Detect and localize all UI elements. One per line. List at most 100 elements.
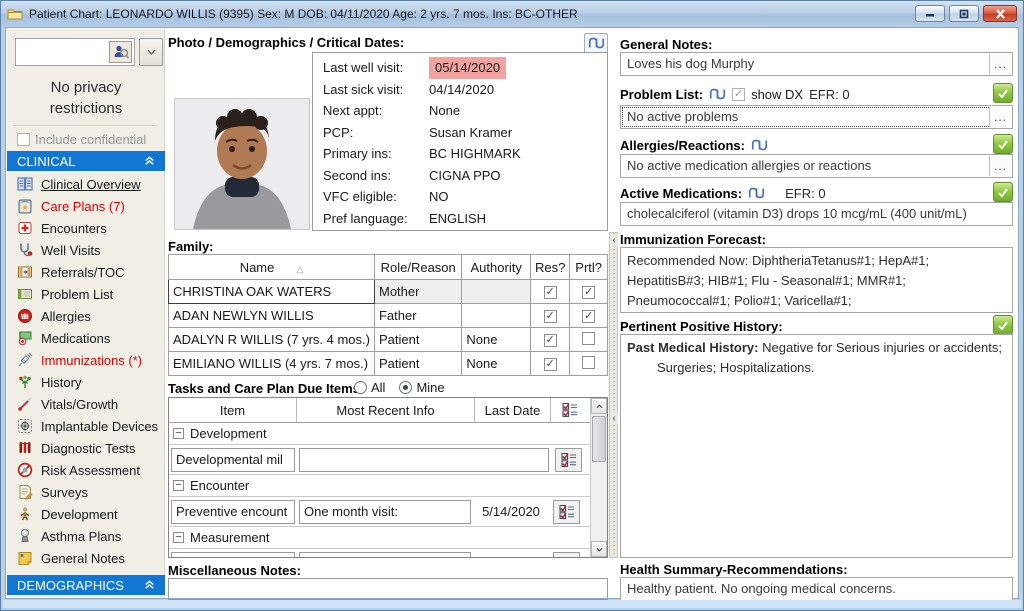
task-row[interactable]: Developmental mil [169, 445, 590, 475]
sidebar-item-history[interactable]: History [7, 371, 165, 393]
sidebar-item-vitals-growth[interactable]: Vitals/Growth [7, 393, 165, 415]
include-confidential-row[interactable]: Include confidential [17, 132, 146, 147]
sidebar-item-surveys[interactable]: Surveys [7, 481, 165, 503]
clinical-section-header[interactable]: CLINICAL [7, 151, 165, 171]
task-item-cell[interactable]: Preventive encount [171, 499, 295, 524]
sidebar-item-well-visits[interactable]: Well Visits [7, 239, 165, 261]
minimize-button[interactable] [915, 5, 945, 22]
task-row[interactable]: Height 21.25 ins/53.98 cm (30%) 5/14/202… [169, 549, 590, 557]
mine-radio[interactable] [399, 381, 413, 394]
res-checkbox[interactable] [543, 310, 557, 323]
sidebar-item-asthma-plans[interactable]: Asthma Plans [7, 525, 165, 547]
general-notes-more-button[interactable]: ... [989, 54, 1011, 74]
allergies-confirm-button[interactable] [993, 134, 1013, 154]
sidebar-item-development[interactable]: Development [7, 503, 165, 525]
family-row[interactable]: EMILIANO WILLIS (4 yrs. 7 mos.) Patient No… [168, 351, 608, 376]
sidebar-item-medications[interactable]: Medications [7, 327, 165, 349]
general-notes-field[interactable]: Loves his dog Murphy ... [620, 52, 1013, 76]
tasks-col-info[interactable]: Most Recent Info [297, 398, 475, 422]
sidebar-item-problem-list[interactable]: Problem List [7, 283, 165, 305]
restore-button[interactable] [949, 5, 979, 22]
family-row[interactable]: ADAN NEWLYN WILLIS Father [168, 303, 608, 328]
demographics-section-header[interactable]: DEMOGRAPHICS [7, 575, 165, 595]
task-checklist-button[interactable] [553, 551, 580, 557]
scroll-down-button[interactable] [591, 541, 607, 557]
tasks-col-item[interactable]: Item [169, 398, 297, 422]
family-col-role[interactable]: Role/Reason [373, 254, 463, 280]
scroll-thumb[interactable] [592, 416, 606, 462]
sidebar-item-diagnostic-tests[interactable]: Diagnostic Tests [7, 437, 165, 459]
task-checklist-button[interactable] [555, 447, 582, 472]
sidebar-item-care-plans[interactable]: Care Plans (7) [7, 195, 165, 217]
task-checklist-button[interactable] [553, 499, 580, 524]
medications-field[interactable]: cholecalciferol (vitamin D3) drops 10 mc… [620, 202, 1013, 226]
collapse-group-icon[interactable]: − [173, 532, 184, 543]
sidebar-item-encounters[interactable]: Encounters [7, 217, 165, 239]
prtl-checkbox[interactable] [582, 355, 596, 369]
sidebar-item-allergies[interactable]: Allergies [7, 305, 165, 327]
patient-search-input[interactable] [15, 38, 135, 66]
prtl-checkbox[interactable] [582, 310, 596, 323]
family-row[interactable]: ADALYN R WILLIS (7 yrs. 4 mos.) Patient No… [168, 327, 608, 352]
show-dx-checkbox[interactable] [732, 87, 746, 101]
filter-all-radio-row[interactable]: All [354, 380, 385, 395]
splitter-collapse-icon[interactable]: ‹ [610, 235, 618, 246]
task-item-cell[interactable]: Developmental mil [171, 447, 295, 472]
task-group-development[interactable]: − Development [169, 423, 590, 445]
audit-trail-button[interactable] [584, 33, 608, 53]
audit-mu-icon[interactable] [748, 187, 765, 199]
family-col-authority[interactable]: Authority [461, 254, 531, 280]
task-item-cell[interactable]: Height [171, 551, 295, 557]
collapse-group-icon[interactable]: − [173, 480, 184, 491]
sidebar-item-general-notes[interactable]: General Notes [7, 547, 165, 569]
health-summary-field[interactable]: Healthy patient. No ongoing medical conc… [620, 577, 1013, 601]
close-icon [995, 8, 1005, 19]
problem-list-confirm-button[interactable] [993, 83, 1013, 103]
task-group-encounter[interactable]: − Encounter [169, 475, 590, 497]
sidebar-item-implantable-devices[interactable]: Implantable Devices [7, 415, 165, 437]
task-row[interactable]: Preventive encount One month visit: 5/14… [169, 497, 590, 527]
audit-mu-icon[interactable] [751, 139, 768, 151]
medications-confirm-button[interactable] [993, 182, 1013, 202]
task-info-cell[interactable] [299, 447, 549, 472]
tasks-col-date[interactable]: Last Date [475, 398, 551, 422]
sidebar-item-clinical-overview[interactable]: Clinical Overview [7, 173, 165, 195]
include-confidential-checkbox[interactable] [17, 133, 30, 146]
audit-mu-icon[interactable] [709, 88, 726, 100]
family-row[interactable]: CHRISTINA OAK WATERS Mother [168, 279, 608, 304]
task-group-measurement[interactable]: − Measurement [169, 527, 590, 549]
family-col-prtl[interactable]: Prtl? [569, 254, 608, 280]
sidebar-item-risk-assessment[interactable]: Risk Assessment [7, 459, 165, 481]
family-col-res[interactable]: Res? [529, 254, 571, 280]
misc-notes-input[interactable] [168, 578, 608, 600]
sidebar-item-referrals-toc[interactable]: Referrals/TOC [7, 261, 165, 283]
prtl-checkbox[interactable] [582, 286, 596, 299]
allergies-field[interactable]: No active medication allergies or reacti… [620, 154, 1013, 178]
res-checkbox[interactable] [543, 334, 557, 347]
task-info-cell[interactable]: 21.25 ins/53.98 cm (30%) [299, 551, 471, 557]
filter-mine-radio-row[interactable]: Mine [399, 380, 445, 395]
tasks-col-checklist[interactable] [551, 398, 589, 422]
problem-list-field[interactable]: No active problems ... [620, 105, 1013, 129]
misc-notes-title: Miscellaneous Notes: [168, 563, 301, 578]
panel-splitter[interactable]: ‹ ‹ [609, 232, 618, 558]
demo-label: Last sick visit: [323, 81, 404, 97]
task-info-cell[interactable]: One month visit: [299, 499, 471, 524]
collapse-group-icon[interactable]: − [173, 428, 184, 439]
search-dropdown-button[interactable] [139, 38, 163, 66]
family-col-name[interactable]: Name △ [168, 254, 375, 280]
tasks-scrollbar[interactable] [590, 398, 607, 557]
allergies-more-button[interactable]: ... [989, 156, 1011, 176]
splitter-collapse-icon[interactable]: ‹ [610, 413, 618, 424]
res-checkbox[interactable] [543, 358, 557, 371]
close-button[interactable] [983, 5, 1017, 22]
scroll-up-button[interactable] [591, 398, 607, 414]
all-radio[interactable] [354, 381, 367, 394]
pertinent-history-confirm-button[interactable] [993, 315, 1013, 335]
problem-list-more-button[interactable]: ... [989, 107, 1011, 127]
patient-search-button[interactable] [109, 41, 132, 63]
prtl-checkbox[interactable] [582, 331, 596, 345]
sidebar-item-immunizations[interactable]: Immunizations (*) [7, 349, 165, 371]
development-icon [20, 507, 30, 521]
res-checkbox[interactable] [543, 286, 557, 299]
